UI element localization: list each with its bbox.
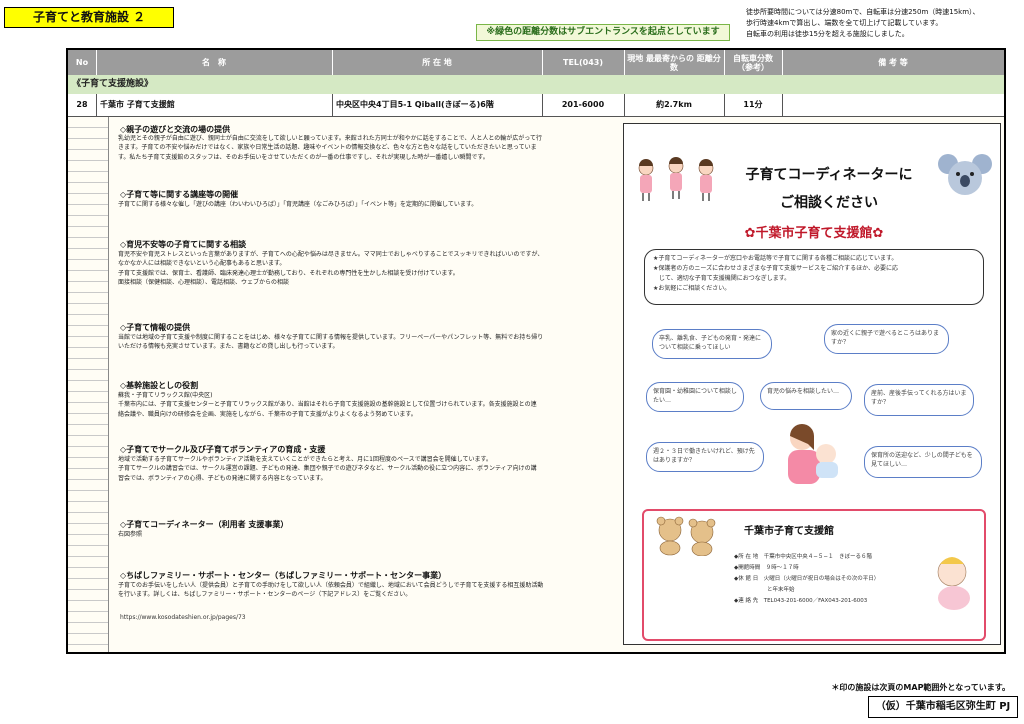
body-line: いただける情報も充実させています。また、書籍などの貸し出しも行っています。 [118, 343, 339, 351]
header-tel: TEL(043) [562, 58, 604, 67]
footnote: ＊印の施設は次頁のMAP範囲外となっています。 [831, 683, 1010, 692]
card-line: ◆連 絡 先 TEL043-201-6000／FAX043-201-6003 [734, 598, 868, 604]
info-line: じて、適切な子育て支援機関におつなぎします。 [653, 275, 791, 282]
row-distance: 約2.7km [656, 100, 692, 109]
row-address: 中央区中央4丁目5-1 Qiball(きぼーる)6階 [336, 100, 494, 109]
speech-bubble: 保育所の送迎など、少しの間子どもを見てほしい… [864, 446, 982, 478]
body-line: を行います。詳しくは、ちばしファミリー・サポート・センターのページ（下記アドレス… [118, 591, 412, 599]
card-title: 千葉市子育て支援館 [744, 526, 834, 537]
top-note-line: 自転車の利用は徒歩15分を超える施設にしました。 [746, 30, 909, 38]
body-line: 面接相談（保健相談、心理相談）、電話相談、ウェブからの相談 [118, 279, 290, 287]
body-line: 子育てサークルの講習会では、サークル運営の課題、子どもの発達、集団や親子での遊び… [118, 465, 537, 473]
header-address: 所 在 地 [422, 58, 452, 67]
body-line: 蘇我・子育てリラックス館(中央区) [118, 392, 213, 399]
speech-bubble: 産前、産後手伝ってくれる方はいますか？ [864, 384, 974, 416]
info-line: ★保護者の方のニーズに合わせさまざまな子育て支援サービスをご紹介するほか、必要に… [653, 265, 898, 272]
section-title: ◇育児不安等の子育てに関する相談 [120, 240, 247, 249]
table-row: 28 千葉市 子育て支援館 中央区中央4丁目5-1 Qiball(きぼーる)6階… [68, 94, 1004, 117]
top-note-line: 徒歩所要時間については分速80mで、自転車は分速250m（時速15km）、 [746, 8, 980, 16]
card-line: ◆開館時間 ９時〜１７時 [734, 565, 799, 571]
flower-icon: ✿ [744, 226, 756, 241]
poster-headline: 子育てコーディネーターに [745, 167, 913, 183]
body-line: 子育て支援館では、保育士、看護師、臨床発達心理士が勤務しており、それぞれの専門性… [118, 269, 459, 277]
body-line: 乳幼児とその親子が自由に遊び、親同士が自由に交流をして欲しいと願っています。来館… [118, 135, 542, 142]
header-distance: 現地 最最寄からの 距離分数 [627, 53, 721, 72]
header-remarks: 備 考 等 [878, 58, 908, 67]
card-line: ◆休 館 日 火曜日（火曜日が祝日の場合はその次の平日） [734, 576, 880, 582]
facility-label: 千葉市子育て支援館 [755, 226, 873, 241]
mother-baby-illustration [788, 424, 838, 484]
info-line: ★子育てコーディネーターが窓口やお電話等で子育てに関する各種ご相談に応じています… [653, 255, 898, 262]
table-header: No 名 称 所 在 地 TEL(043) 現地 最最寄からの 距離分数 自転車… [68, 50, 1004, 75]
speech-bubble: 保育園・幼稚園について相談したい… [646, 382, 744, 412]
section-title: ◇子育て情報の提供 [120, 323, 191, 332]
body-line: す。私たち子育て支援館のスタッフは、そのお手伝いをさせていただくのが一番の仕事で… [118, 153, 489, 161]
speech-bubble: 卒乳、離乳食、子どもの発育・発達について相談に乗ってほしい [652, 329, 772, 359]
ruled-margin [68, 117, 109, 652]
section-title: ◇ちばしファミリー・サポート・センター（ちばしファミリー・サポート・センター事業… [120, 571, 447, 580]
section-title: ◇基幹施設としの役割 [120, 381, 199, 390]
coordinator-poster: 子育てコーディネーターに ご相談ください ✿千葉市子育て支援館✿ ★子育てコーデ… [623, 123, 1001, 645]
project-credit: （仮）千葉市稲毛区弥生町 PJ [868, 696, 1018, 718]
body-line: 習会では、ボランティアの心得、子どもの発達に関する内容となっています。 [118, 474, 327, 482]
section-body: 右図参照 [118, 530, 634, 539]
page-title: 子育てと教育施設 ２ [4, 7, 174, 28]
staff-illustration [638, 157, 714, 201]
poster-info-box: ★子育てコーディネーターが窓口やお電話等で子育てに関する各種ご相談に応じています… [644, 249, 984, 305]
body-line: きます。子育ての不安や悩みだけではなく、家族や日常生活の話題、趣味やイベントの情… [118, 144, 537, 152]
header-name: 名 称 [202, 58, 226, 67]
speech-bubble: 育児の悩みを相談したい… [760, 382, 852, 410]
body-line: 絡会議や、職員向けの研修会を企画、実施をしながら、千葉市の子育て支援がよりよくな… [118, 410, 417, 418]
body-line: なかなか人には相談できないという心配事もあると思います。 [118, 260, 286, 268]
flower-icon: ✿ [872, 226, 884, 241]
section-title: ◇子育てでサークル及び子育てボランティアの育成・支援 [120, 445, 326, 454]
header-no: No [75, 58, 89, 67]
section-body: 子育てのお手伝いをしたい人（提供会員）と子育ての手助けをして欲しい人（依頼会員）… [118, 581, 634, 600]
row-no: 28 [76, 100, 88, 109]
remarks-area: ◇親子の遊びと交流の場の提供 乳幼児とその親子が自由に遊び、親同士が自由に交流を… [68, 117, 1004, 652]
section-body: 子育てに関する様々な催し「遊びの講座（わいわいひろば）」「育児講座（なごみひろば… [118, 200, 634, 209]
speech-bubble: 週２・３日で働きたいけれど、預け先はありますか？ [646, 442, 764, 472]
poster-facility-name: ✿千葉市子育て支援館✿ [714, 222, 914, 241]
body-line: 右図参照 [118, 531, 143, 538]
category-label: 《子育て支援施設》 [68, 75, 1004, 94]
section-body: 乳幼児とその親子が自由に遊び、親同士が自由に交流をして欲しいと願っています。来館… [118, 134, 634, 162]
facility-description: ◇親子の遊びと交流の場の提供 乳幼児とその親子が自由に遊び、親同士が自由に交流を… [108, 117, 624, 652]
card-line: と年末年始 [734, 587, 795, 593]
body-line: 子育てに関する様々な催し「遊びの講座（わいわいひろば）」「育児講座（なごみひろば… [118, 201, 478, 208]
body-line: 育児不安や育児ストレスといった言葉がありますが、子育てへの心配や悩みは尽きません… [118, 251, 544, 258]
body-line: 子育てのお手伝いをしたい人（提供会員）と子育ての手助けをして欲しい人（依頼会員）… [118, 582, 544, 589]
poster-headline: ご相談ください [780, 195, 878, 211]
speech-bubble: 家の近くに親子で遊べるところはありますか？ [824, 324, 949, 354]
section-title: ◇子育て等に関する講座等の開催 [120, 190, 239, 199]
section-body: 地域で活動する子育てサークルやボランティア活動を支えていくことができたらと考え、… [118, 455, 634, 483]
subway-note: ※緑色の距離分数はサブエントランスを起点としています [476, 24, 730, 41]
header-bicycle: 自転車分数 （参考） [733, 53, 773, 72]
row-tel: 201-6000 [561, 100, 605, 109]
facility-table: No 名 称 所 在 地 TEL(043) 現地 最最寄からの 距離分数 自転車… [66, 48, 1006, 654]
body-line: 当館では地域の子育て支援や制度に関することをはじめ、様々な子育てに関する情報を提… [118, 334, 544, 341]
row-bicycle: 11分 [743, 100, 763, 109]
bears-icon [656, 516, 716, 556]
reference-url[interactable]: https://www.kosodateshien.or.jp/pages/73 [120, 614, 246, 621]
baby-icon [937, 557, 970, 610]
section-body: 当館では地域の子育て支援や制度に関することをはじめ、様々な子育てに関する情報を提… [118, 333, 634, 352]
section-title: ◇子育てコーディネーター（利用者 支援事業） [120, 520, 289, 529]
row-name: 千葉市 子育て支援館 [100, 100, 175, 109]
section-body: 蘇我・子育てリラックス館(中央区) 千葉市内には、子育て支援センターと子育てリラ… [118, 391, 634, 419]
card-details: ◆所 在 地 千葉市中央区中央４−５−１ きぼーる６階 ◆開館時間 ９時〜１７時… [734, 552, 934, 607]
card-line: ◆所 在 地 千葉市中央区中央４−５−１ きぼーる６階 [734, 554, 872, 560]
top-notes: 徒歩所要時間については分速80mで、自転車は分速250m（時速15km）、 歩行… [746, 7, 1022, 40]
top-note-line: 歩行時速4kmで算出し、端数を全て切上げて記載しています。 [746, 19, 943, 27]
section-body: 育児不安や育児ストレスといった言葉がありますが、子育てへの心配や悩みは尽きません… [118, 250, 634, 288]
body-line: 地域で活動する子育てサークルやボランティア活動を支えていくことができたらと考え、… [118, 456, 492, 463]
body-line: 千葉市内には、子育て支援センターと子育てリラックス館があり、当館はそれら子育て支… [118, 401, 537, 409]
koala-icon [938, 154, 992, 195]
info-line: ★お気軽にご相談ください。 [653, 285, 731, 292]
